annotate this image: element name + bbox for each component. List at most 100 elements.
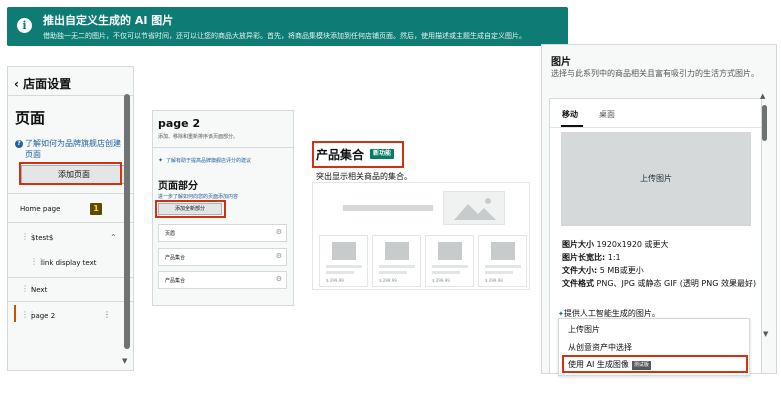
tab-mobile[interactable]: 移动 [562,109,578,120]
spec-label: 文件格式 [562,279,594,288]
product-collection-module[interactable]: 产品集合 新功能 突出显示相关商品的集合。 $ 299.99 $ 299.99 … [308,140,533,292]
scrollbar[interactable] [762,105,767,141]
highlight-box [562,355,748,373]
info-icon: i [17,18,32,33]
divider [8,193,133,194]
spec-image-size: 图片大小 1920x1920 或更大 [562,239,669,250]
placeholder-bar [379,265,415,268]
count-badge: 1 [90,203,102,215]
spec-file-format: 文件格式 PNG、JPG 或静态 GIF (透明 PNG 效果最好) [562,278,757,290]
tab-desktop[interactable]: 桌面 [599,109,615,120]
nav-item-label: Home page [20,205,61,213]
spec-value: PNG、JPG 或静态 GIF (透明 PNG 效果最好) [596,279,757,288]
box-icon [438,242,462,260]
banner-title: 推出自定义生成的 AI 图片 [43,14,174,27]
page-sections-panel: page 2 添加、移除和重新排序该页面部分。 ✦ 了解有助于提高品牌旗舰店评分… [152,110,294,306]
section-card-label: 产品集合 [165,278,186,284]
page-title: 页面 [15,109,46,127]
announcement-banner: i 推出自定义生成的 AI 图片 借助独一无二的图片，不仅可以节省时间，还可以让… [7,7,568,46]
menu-item-upload-image[interactable]: 上传图片 [568,324,600,335]
panel-title: page 2 [158,117,201,130]
upload-image-dropzone[interactable]: 上传图片 [561,132,751,226]
divider [8,301,133,302]
banner-description: 借助独一无二的图片，不仅可以节省时间，还可以让您的商品大放异彩。首先，将商品集模… [43,32,526,40]
product-card: $ 299.99 [319,235,368,287]
spec-label: 文件大小: [562,266,598,275]
section-card-header[interactable]: 页眉 ⚙ [158,224,287,242]
scroll-down-icon[interactable]: ▼ [763,330,768,338]
menu-item-creative-assets[interactable]: 从创意资产中选择 [568,342,632,353]
image-source-menu: 上传图片 从创意资产中选择 使用 AI 生成图像 测试版 [558,318,750,376]
help-link[interactable]: 了解如何为品牌旗舰店创建页面 [25,138,127,160]
scroll-up-icon[interactable]: ▲ [760,92,765,100]
help-icon: ? [15,140,23,148]
divider [153,147,293,148]
highlight-box [19,162,122,185]
placeholder-bar [485,265,521,268]
spec-value: 1920x1920 或更大 [596,240,669,249]
scrollbar[interactable] [124,94,130,349]
highlight-box [155,200,226,218]
nav-item-label: Next [31,286,48,294]
price-label: $ 299.99 [379,278,397,283]
more-options-icon[interactable]: ⋮ [103,310,111,319]
chevron-up-icon[interactable]: ⌃ [110,233,117,242]
gear-icon[interactable]: ⚙ [276,275,282,283]
product-card: $ 299.99 [478,235,527,287]
sparkle-icon: ✦ [158,157,164,164]
spec-label: 图片长宽比: [562,253,606,262]
section-card-label: 产品集合 [165,255,186,261]
placeholder-bar [485,271,513,274]
placeholder-bar [326,265,362,268]
back-label: 店面设置 [23,77,72,91]
nav-item-next[interactable]: ⋮⋮ Next [8,279,120,303]
placeholder-bar [326,271,354,274]
nav-item-label: link display text [41,259,97,267]
panel-description: 选择与此系列中的商品相关且富有吸引力的生活方式图片。 [551,69,759,78]
gear-icon[interactable]: ⚙ [276,252,282,260]
placeholder-bar [432,271,460,274]
divider [8,95,133,96]
back-button[interactable]: ‹ 店面设置 [14,75,71,92]
image-icon [454,198,496,220]
spec-aspect-ratio: 图片长宽比: 1:1 [562,252,621,263]
spec-file-size: 文件大小: 5 MB或更小 [562,265,644,276]
panel-subtitle: 添加、移除和重新排序该页面部分。 [158,134,239,140]
nav-item-link-display-text[interactable]: ⋮⋮ link display text [8,252,120,276]
price-label: $ 299.99 [485,278,503,283]
nav-item-test[interactable]: ⋮⋮ $test$ [8,227,120,251]
collection-description: 突出显示相关商品的集合。 [316,172,412,181]
placeholder-bar [343,205,433,211]
section-card-collection[interactable]: 产品集合 ⚙ [158,248,287,266]
collection-preview: $ 299.99 $ 299.99 $ 299.99 $ 299.99 [312,182,530,290]
nav-item-home-page[interactable]: Home page [8,198,120,222]
panel-title: 图片 [551,57,571,68]
placeholder-bar [432,265,468,268]
nav-item-label: page 2 [31,312,56,320]
nav-item-label: $test$ [31,234,54,242]
spec-value: 5 MB或更小 [599,266,644,275]
price-label: $ 299.99 [432,278,450,283]
box-icon [491,242,515,260]
store-settings-panel: ‹ 店面设置 页面 ? 了解如何为品牌旗舰店创建页面 添加页面 Home pag… [7,66,134,371]
section-card-collection[interactable]: 产品集合 ⚙ [158,271,287,289]
scroll-down-icon[interactable]: ▼ [122,357,127,365]
product-card: $ 299.99 [425,235,474,287]
spec-label: 图片大小 [562,240,594,249]
box-icon [332,242,356,260]
spec-value: 1:1 [607,253,621,262]
tips-link[interactable]: 了解有助于提高品牌旗舰店评分的建议 [166,157,251,164]
divider [550,127,761,128]
divider [8,222,133,223]
gear-icon[interactable]: ⚙ [276,228,282,236]
box-icon [385,242,409,260]
section-help-link[interactable]: 进一步了解如何向您的页面添加内容 [158,193,238,200]
image-placeholder-icon [443,191,505,225]
product-card: $ 299.99 [372,235,421,287]
highlight-box [312,141,404,168]
placeholder-bar [379,271,407,274]
ai-note-text: 提供人工智能生成的图片。 [563,309,660,318]
divider [8,277,133,278]
price-label: $ 299.99 [326,278,344,283]
chevron-left-icon: ‹ [14,77,24,91]
